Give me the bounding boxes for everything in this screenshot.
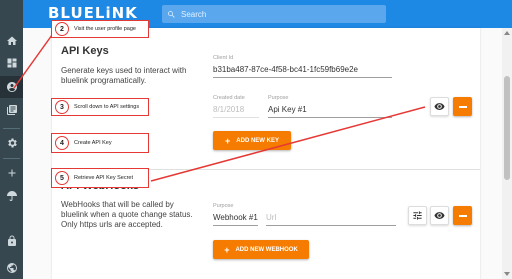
- add-icon[interactable]: [0, 162, 23, 184]
- client-id-label: Client Id: [213, 55, 234, 61]
- webhooks-description-line3: Only https urls are accepted.: [61, 220, 163, 229]
- plus-icon: +: [224, 244, 230, 255]
- annotation-step-2: 2 Visit the user profile page: [51, 20, 149, 38]
- purpose-label: Purpose: [268, 95, 289, 101]
- show-secret-button[interactable]: [430, 97, 449, 116]
- webhook-purpose-input[interactable]: Webhook #1: [213, 213, 258, 222]
- add-new-webhook-button[interactable]: + ADD NEW WEBHOOK: [213, 240, 309, 259]
- annotation-step-3: 3 Scroll down to API settings: [51, 98, 149, 116]
- api-keys-description-line2: bluelink programatically.: [61, 76, 147, 85]
- documents-icon[interactable]: [0, 99, 23, 121]
- scroll-up-arrow-icon[interactable]: [504, 30, 510, 36]
- created-date-underline: [213, 117, 259, 118]
- client-id-value[interactable]: b31ba487-87ce-4f58-bc41-1fc59fb69e2e: [213, 65, 358, 74]
- search-icon: [168, 10, 175, 18]
- webhook-view-button[interactable]: [430, 206, 449, 225]
- settings-card: API Keys Generate keys used to interact …: [52, 28, 480, 279]
- annotation-number: 2: [55, 22, 69, 36]
- delete-webhook-button[interactable]: [453, 206, 472, 225]
- delete-key-button[interactable]: [453, 97, 472, 116]
- annotation-text: Scroll down to API settings: [74, 104, 140, 110]
- purpose-underline: [268, 117, 392, 118]
- purpose-input[interactable]: Api Key #1: [268, 105, 307, 114]
- client-id-underline: [213, 77, 392, 78]
- add-new-key-button[interactable]: + ADD NEW KEY: [213, 131, 291, 150]
- sidebar-divider: [3, 128, 20, 129]
- sidebar-divider: [3, 158, 20, 159]
- search-input[interactable]: [181, 9, 381, 19]
- annotation-text: Create API Key: [74, 140, 112, 146]
- tune-icon: [413, 211, 422, 220]
- lock-icon[interactable]: [0, 230, 23, 252]
- api-keys-description-line1: Generate keys used to interact with: [61, 66, 187, 75]
- sidebar: [0, 0, 23, 279]
- home-icon[interactable]: [0, 30, 23, 52]
- annotation-number: 5: [55, 171, 69, 185]
- minus-icon: [458, 214, 467, 217]
- created-date-label: Created date: [213, 95, 245, 101]
- created-date-value: 8/1/2018: [213, 105, 245, 114]
- annotation-text: Visit the user profile page: [74, 26, 136, 32]
- eye-icon: [434, 212, 445, 219]
- webhook-purpose-underline: [213, 225, 258, 226]
- eye-icon: [434, 103, 445, 110]
- webhook-url-input[interactable]: Url: [266, 213, 276, 222]
- annotation-number: 4: [55, 136, 69, 150]
- api-keys-title: API Keys: [61, 45, 109, 57]
- add-new-key-label: ADD NEW KEY: [236, 137, 279, 144]
- umbrella-icon[interactable]: [0, 185, 23, 207]
- webhook-url-underline: [266, 225, 396, 226]
- globe-icon[interactable]: [0, 257, 23, 279]
- webhook-purpose-label: Purpose: [213, 203, 234, 209]
- webhooks-description-line1: WebHooks that will be called by: [61, 200, 174, 209]
- search-bar[interactable]: [162, 5, 386, 23]
- add-new-webhook-label: ADD NEW WEBHOOK: [235, 246, 298, 253]
- webhook-settings-button[interactable]: [408, 206, 427, 225]
- minus-icon: [458, 105, 467, 108]
- scrollbar-thumb[interactable]: [504, 76, 510, 180]
- dashboard-icon[interactable]: [0, 52, 23, 74]
- annotation-step-4: 4 Create API Key: [51, 133, 149, 153]
- user-profile-icon[interactable]: [0, 76, 23, 98]
- plus-icon: +: [225, 135, 231, 146]
- annotation-step-5: 5 Retrieve API Key Secret: [51, 168, 149, 188]
- annotation-text: Retrieve API Key Secret: [74, 175, 133, 181]
- annotation-number: 3: [55, 100, 69, 114]
- webhooks-description-line2: bluelink when a quote change status.: [61, 210, 193, 219]
- gear-icon[interactable]: [0, 132, 23, 154]
- scroll-down-arrow-icon[interactable]: [504, 271, 510, 277]
